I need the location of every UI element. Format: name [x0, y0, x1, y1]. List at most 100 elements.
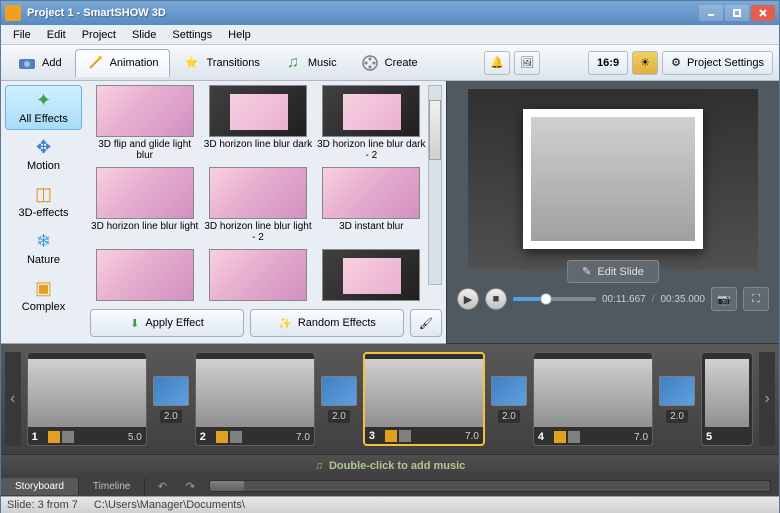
effect-item[interactable] — [317, 249, 426, 307]
time-total: 00:35.000 — [661, 294, 706, 305]
aspect-ratio[interactable]: 16:9 — [588, 51, 628, 75]
tab-add-label: Add — [42, 57, 62, 69]
play-button[interactable]: ▶ — [457, 288, 479, 310]
menu-project[interactable]: Project — [74, 27, 124, 43]
maximize-button[interactable] — [725, 5, 749, 21]
undo-button[interactable]: ↶ — [151, 478, 173, 494]
preview-frame: ✎ Edit Slide — [468, 89, 758, 269]
arrow-down-icon: ⬇ — [130, 317, 139, 330]
background-button[interactable]: ☀ — [632, 51, 658, 75]
preview-panel: ✎ Edit Slide ▶ ■ 00:11.667 / 00:35.000 📷… — [446, 81, 779, 344]
bell-icon: 🔔 — [490, 56, 504, 69]
timeline-next[interactable]: › — [759, 352, 775, 446]
transition-item[interactable]: 2.0 — [153, 352, 189, 446]
random-effects-label: Random Effects — [298, 317, 376, 329]
menu-edit[interactable]: Edit — [39, 27, 74, 43]
slide-item[interactable]: 3 7.0 — [363, 352, 485, 446]
view-timeline[interactable]: Timeline — [79, 478, 145, 495]
title-bar: Project 1 - SmartSHOW 3D — [1, 1, 779, 25]
brush-icon: 🖌 — [419, 317, 433, 330]
apply-effect-button[interactable]: ⬇ Apply Effect — [90, 309, 244, 337]
snapshot-button[interactable]: 📷 — [711, 287, 737, 311]
project-settings-button[interactable]: ⚙ Project Settings — [662, 51, 773, 75]
music-hint: Double-click to add music — [329, 460, 465, 472]
effect-item[interactable]: 3D horizon line blur light - 2 — [203, 167, 312, 245]
redo-icon: ↷ — [186, 480, 195, 493]
effect-item[interactable] — [203, 249, 312, 307]
redo-button[interactable]: ↷ — [179, 478, 201, 494]
effects-grid: 3D flip and glide light blur 3D horizon … — [90, 85, 442, 307]
effect-item[interactable] — [90, 249, 199, 307]
gallery-button[interactable]: 🖼 — [514, 51, 540, 75]
status-path: C:\Users\Manager\Documents\ — [94, 499, 245, 511]
camera-icon: 📷 — [717, 293, 731, 306]
category-complex[interactable]: ▣ Complex — [5, 273, 82, 318]
slide-item[interactable]: 4 7.0 — [533, 352, 653, 446]
view-storyboard[interactable]: Storyboard — [1, 478, 79, 495]
effect-item[interactable]: 3D horizon line blur dark — [203, 85, 312, 163]
status-bar: Slide: 3 from 7 C:\Users\Manager\Documen… — [1, 496, 779, 513]
category-3d-effects[interactable]: ◫ 3D-effects — [5, 179, 82, 224]
menu-slide[interactable]: Slide — [124, 27, 164, 43]
puzzle-icon: ✦ — [34, 91, 54, 111]
category-nature[interactable]: ❄ Nature — [5, 226, 82, 271]
stop-icon: ■ — [493, 293, 500, 305]
tab-music[interactable]: ♫ Music — [273, 49, 348, 77]
undo-icon: ↶ — [158, 480, 167, 493]
menu-file[interactable]: File — [5, 27, 39, 43]
bell-button[interactable]: 🔔 — [484, 51, 510, 75]
transition-item[interactable]: 2.0 — [321, 352, 357, 446]
snowflake-icon: ❄ — [34, 232, 54, 252]
transition-item[interactable]: 2.0 — [491, 352, 527, 446]
effect-item[interactable]: 3D flip and glide light blur — [90, 85, 199, 163]
project-settings-label: Project Settings — [687, 57, 764, 69]
fullscreen-button[interactable]: ⛶ — [743, 287, 769, 311]
slide-item[interactable]: 1 5.0 — [27, 352, 147, 446]
menu-settings[interactable]: Settings — [164, 27, 220, 43]
play-icon: ▶ — [464, 293, 472, 306]
expand-icon: ⛶ — [752, 293, 760, 306]
star-icon: ⭐ — [183, 54, 201, 72]
seek-slider[interactable] — [513, 297, 596, 301]
slide-item[interactable]: 2 7.0 — [195, 352, 315, 446]
top-tabs: Add Animation ⭐ Transitions ♫ Music Crea… — [1, 45, 779, 81]
stop-button[interactable]: ■ — [485, 288, 507, 310]
edit-slide-button[interactable]: ✎ Edit Slide — [567, 260, 659, 283]
sparkle-icon: ✨ — [278, 317, 292, 330]
tab-music-label: Music — [308, 57, 337, 69]
status-slide-info: Slide: 3 from 7 — [7, 499, 78, 511]
gear-icon: ⚙ — [671, 56, 681, 69]
category-all-effects[interactable]: ✦ All Effects — [5, 85, 82, 130]
apply-effect-label: Apply Effect — [145, 317, 204, 329]
reel-icon — [361, 54, 379, 72]
layers-icon: ▣ — [34, 279, 54, 299]
pencil-icon: ✎ — [582, 265, 591, 278]
music-track[interactable]: ♫ Double-click to add music — [1, 454, 779, 476]
effects-categories: ✦ All Effects ✥ Motion ◫ 3D-effects ❄ Na… — [1, 81, 86, 343]
minimize-button[interactable] — [699, 5, 723, 21]
effect-item[interactable]: 3D horizon line blur light — [90, 167, 199, 245]
tab-create[interactable]: Create — [350, 49, 429, 77]
tab-create-label: Create — [385, 57, 418, 69]
tab-transitions[interactable]: ⭐ Transitions — [172, 49, 271, 77]
timeline-scrollbar[interactable] — [209, 480, 771, 492]
timeline-prev[interactable]: ‹ — [5, 352, 21, 446]
menu-help[interactable]: Help — [220, 27, 259, 43]
category-motion[interactable]: ✥ Motion — [5, 132, 82, 177]
random-effects-button[interactable]: ✨ Random Effects — [250, 309, 404, 337]
cube-icon: ◫ — [34, 185, 54, 205]
tab-animation-label: Animation — [110, 57, 159, 69]
close-button[interactable] — [751, 5, 775, 21]
effects-scrollbar[interactable] — [428, 85, 442, 285]
slide-item[interactable]: 5 — [701, 352, 753, 446]
time-current: 00:11.667 — [602, 294, 646, 305]
transition-item[interactable]: 2.0 — [659, 352, 695, 446]
tab-animation[interactable]: Animation — [75, 49, 170, 77]
music-note-icon: ♫ — [315, 460, 323, 472]
effect-item[interactable]: 3D horizon line blur dark - 2 — [317, 85, 426, 163]
effect-item[interactable]: 3D instant blur — [317, 167, 426, 245]
brush-button[interactable]: 🖌 — [410, 309, 442, 337]
bottom-bar: Storyboard Timeline ↶ ↷ — [1, 476, 779, 496]
storyboard: ‹ 1 5.0 2.0 2 7.0 2.0 3 7.0 2.0 4 7.0 2.… — [1, 344, 779, 454]
tab-add[interactable]: Add — [7, 49, 73, 77]
